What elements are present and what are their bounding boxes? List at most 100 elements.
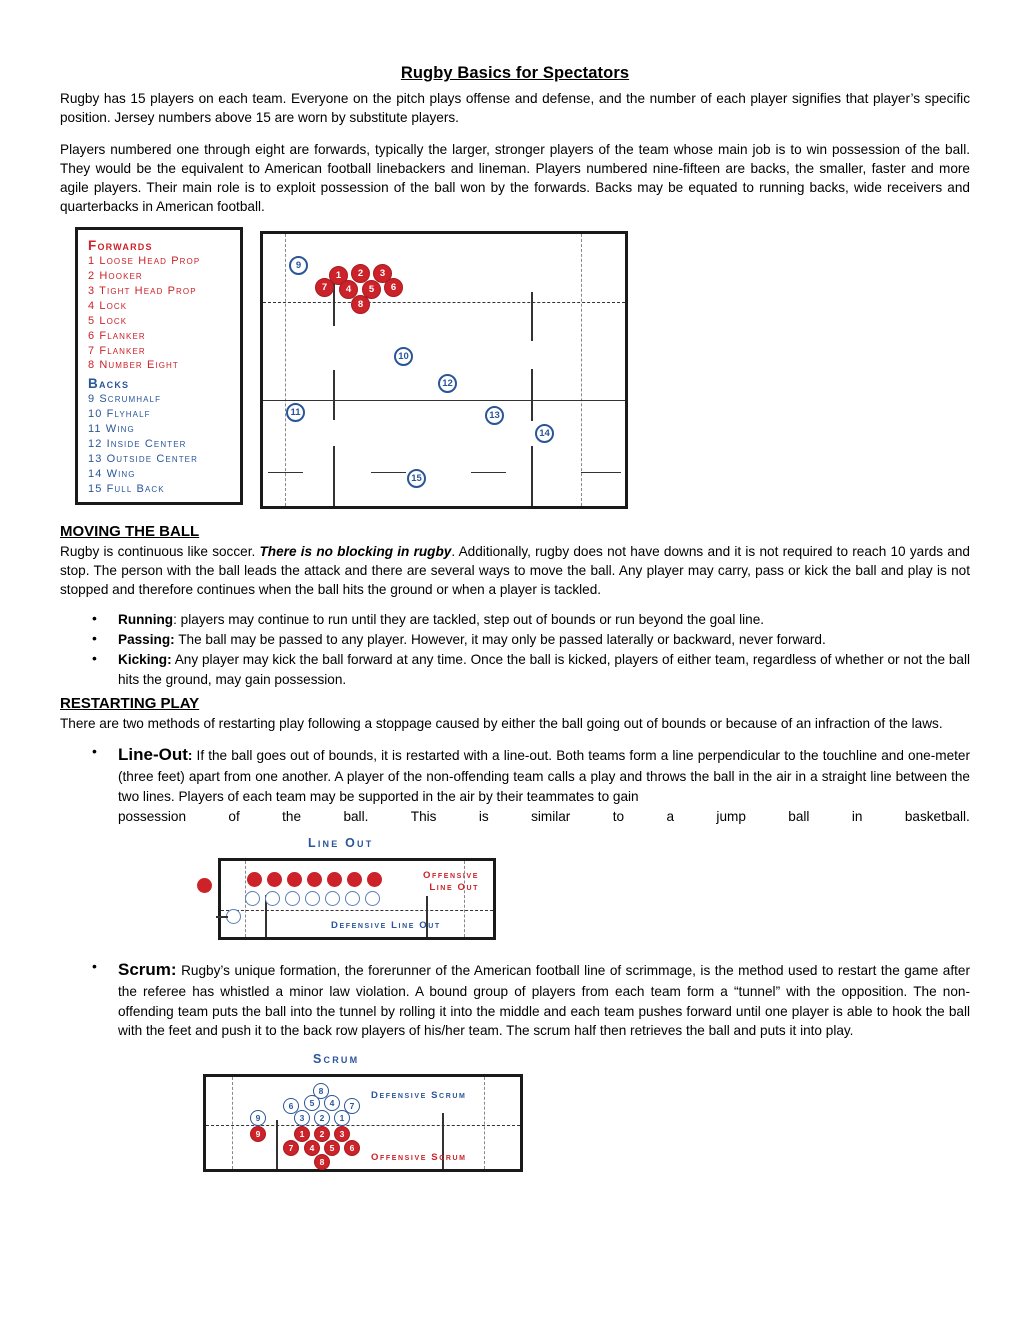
page-title: Rugby Basics for Spectators — [60, 64, 970, 83]
pitch-marker-back: 14 — [535, 423, 554, 443]
bullet-lead: Scrum: — [118, 960, 177, 980]
scrum-defensive-marker: 2 — [314, 1110, 330, 1127]
lineout-offensive-player — [247, 872, 262, 888]
lineout-offensive-player — [327, 872, 342, 888]
lineout-defensive-player — [325, 891, 340, 907]
legend-forward-item: 4 Lock — [88, 299, 128, 312]
line-out-figure: Line Out Offensive Line Out Defensive Li… — [60, 836, 970, 948]
rugby-pitch-diagram: 1 2 3 7 4 5 6 8 9 10 12 11 13 14 15 — [260, 230, 628, 509]
pitch-marker-forward: 7 — [315, 277, 334, 297]
last-line-word: This — [410, 808, 437, 824]
lineout-offensive-label-line2: Line Out — [429, 882, 479, 894]
scrum-offensive-marker-scrumhalf: 9 — [250, 1126, 266, 1143]
legend-forward-item: 1 Loose Head Prop — [88, 254, 201, 267]
legend-forward-item: 6 Flanker — [88, 329, 146, 342]
pitch-hash-mark — [531, 445, 533, 506]
lineout-defensive-label: Defensive Line Out — [331, 920, 441, 932]
last-line-word: is — [478, 808, 489, 824]
pitch-hash-mark — [531, 291, 533, 341]
last-line-word: possession — [118, 808, 187, 824]
lineout-offensive-player — [267, 872, 282, 888]
bullet-text: players may continue to run until they a… — [176, 611, 765, 627]
legend-forward-item: 5 Lock — [88, 314, 128, 327]
restarting-play-paragraph: There are two methods of restarting play… — [60, 715, 943, 731]
last-line-word: of — [228, 808, 240, 824]
scrum-offensive-label: Offensive Scrum — [371, 1152, 467, 1164]
bullet-lead: Passing — [118, 631, 171, 647]
scrum-defensive-marker: 5 — [304, 1095, 320, 1112]
last-line-word: the — [282, 808, 302, 824]
scrum-figure: Scrum 8 6 5 4 7 3 2 1 9 1 2 3 7 4 5 6 8 … — [60, 1052, 970, 1180]
section-heading-restarting-play: RESTARTING PLAY — [60, 695, 970, 712]
pitch-marker-back: 15 — [407, 468, 426, 488]
moving-the-ball-bullets: Running: players may continue to run unt… — [60, 609, 970, 689]
legend-forward-item: 8 Number Eight — [88, 359, 179, 372]
lineout-offensive-player — [287, 872, 302, 888]
lineout-offensive-player — [367, 872, 382, 888]
legend-forward-item: 2 Hooker — [88, 269, 143, 282]
pitch-marker-back: 9 — [289, 255, 308, 275]
pitch-marker-back: 12 — [438, 373, 457, 393]
lineout-defensive-player — [265, 891, 280, 907]
legend-back-item: 9 Scrumhalf — [88, 393, 162, 406]
legend-back-item: 13 Outside Center — [88, 453, 198, 466]
last-line-word: a — [666, 808, 675, 824]
pitch-bottom-mark — [471, 471, 506, 474]
restarting-play-bullets: Line-Out: If the ball goes out of bounds… — [60, 742, 970, 826]
pitch-field-lines: 1 2 3 7 4 5 6 8 9 10 12 11 13 14 15 — [263, 233, 625, 506]
pitch-dashed-10m-line — [263, 301, 625, 303]
legend-back-item: 15 Full Back — [88, 483, 165, 496]
moving-intro-before: Rugby is continuous like soccer. — [60, 543, 260, 559]
scrum-hash-mark — [276, 1120, 278, 1170]
section-heading-text: RESTARTING PLAY — [60, 694, 200, 712]
last-line-word: to — [612, 808, 625, 824]
scrum-defensive-label: Defensive Scrum — [371, 1090, 467, 1102]
pitch-hash-mark — [333, 445, 335, 506]
legend-backs-heading: Backs — [88, 376, 130, 392]
bullet-text: Any player may kick the ball forward at … — [118, 652, 970, 687]
legend-back-item: 12 Inside Center — [88, 438, 187, 451]
document-page: Rugby Basics for Spectators Rugby has 15… — [0, 0, 1020, 1320]
pitch-bottom-mark — [268, 471, 303, 474]
bullet-lead: Running — [118, 611, 174, 627]
scrum-offensive-marker: 7 — [283, 1140, 299, 1157]
scrum-offensive-marker: 8 — [314, 1154, 330, 1171]
lineout-defensive-player — [305, 891, 320, 907]
scrum-defensive-marker: 4 — [324, 1095, 340, 1112]
lineout-offensive-player — [307, 872, 322, 888]
pitch-hash-mark — [333, 369, 335, 420]
lineout-defensive-player — [345, 891, 360, 907]
lineout-offensive-player — [347, 872, 362, 888]
lineout-thrower-marker — [226, 909, 241, 925]
list-item: Passing: The ball may be passed to any p… — [60, 629, 970, 649]
scrum-defensive-marker: 3 — [294, 1110, 310, 1127]
scrum-offensive-marker: 6 — [344, 1140, 360, 1157]
pitch-marker-back: 13 — [485, 405, 504, 425]
bullet-lead: Kicking — [118, 652, 168, 668]
list-item: Running: players may continue to run unt… — [60, 609, 970, 629]
pitch-marker-back: 10 — [394, 346, 413, 366]
last-line-word: ball. — [343, 808, 369, 824]
pitch-dashed-line-left — [285, 233, 286, 506]
legend-back-item: 10 Flyhalf — [88, 408, 151, 421]
scrum-bullet-list: Scrum: Rugby’s unique formation, the for… — [60, 957, 970, 1040]
lineout-ball-marker — [197, 878, 212, 894]
moving-the-ball-paragraph: Rugby is continuous like soccer. There i… — [60, 542, 970, 600]
pitch-bottom-mark — [581, 471, 621, 474]
lineout-defensive-player — [285, 891, 300, 907]
bullet-text: The ball may be passed to any player. Ho… — [174, 631, 826, 647]
pitch-marker-back: 11 — [286, 402, 305, 422]
section-heading-text: MOVING THE BALL — [60, 522, 200, 540]
pitch-marker-forward: 8 — [351, 294, 370, 314]
lineout-offensive-label: Offensive Line Out — [399, 870, 479, 894]
last-line-word: similar — [531, 808, 571, 824]
moving-intro-emphasis: There is no blocking in rugby — [259, 543, 452, 559]
positions-legend: Forwards 1 Loose Head Prop 2 Hooker 3 Ti… — [75, 226, 243, 505]
last-line-word: in — [851, 808, 863, 824]
last-line-word: jump — [716, 808, 746, 824]
bullet-text: Rugby’s unique formation, the forerunner… — [118, 963, 970, 1038]
scrum-defensive-marker-scrumhalf: 9 — [250, 1110, 266, 1127]
line-out-last-line: possession of the ball. This is similar … — [118, 807, 970, 826]
line-out-figure-title: Line Out — [308, 836, 374, 851]
legend-forward-item: 3 Tight Head Prop — [88, 284, 197, 297]
